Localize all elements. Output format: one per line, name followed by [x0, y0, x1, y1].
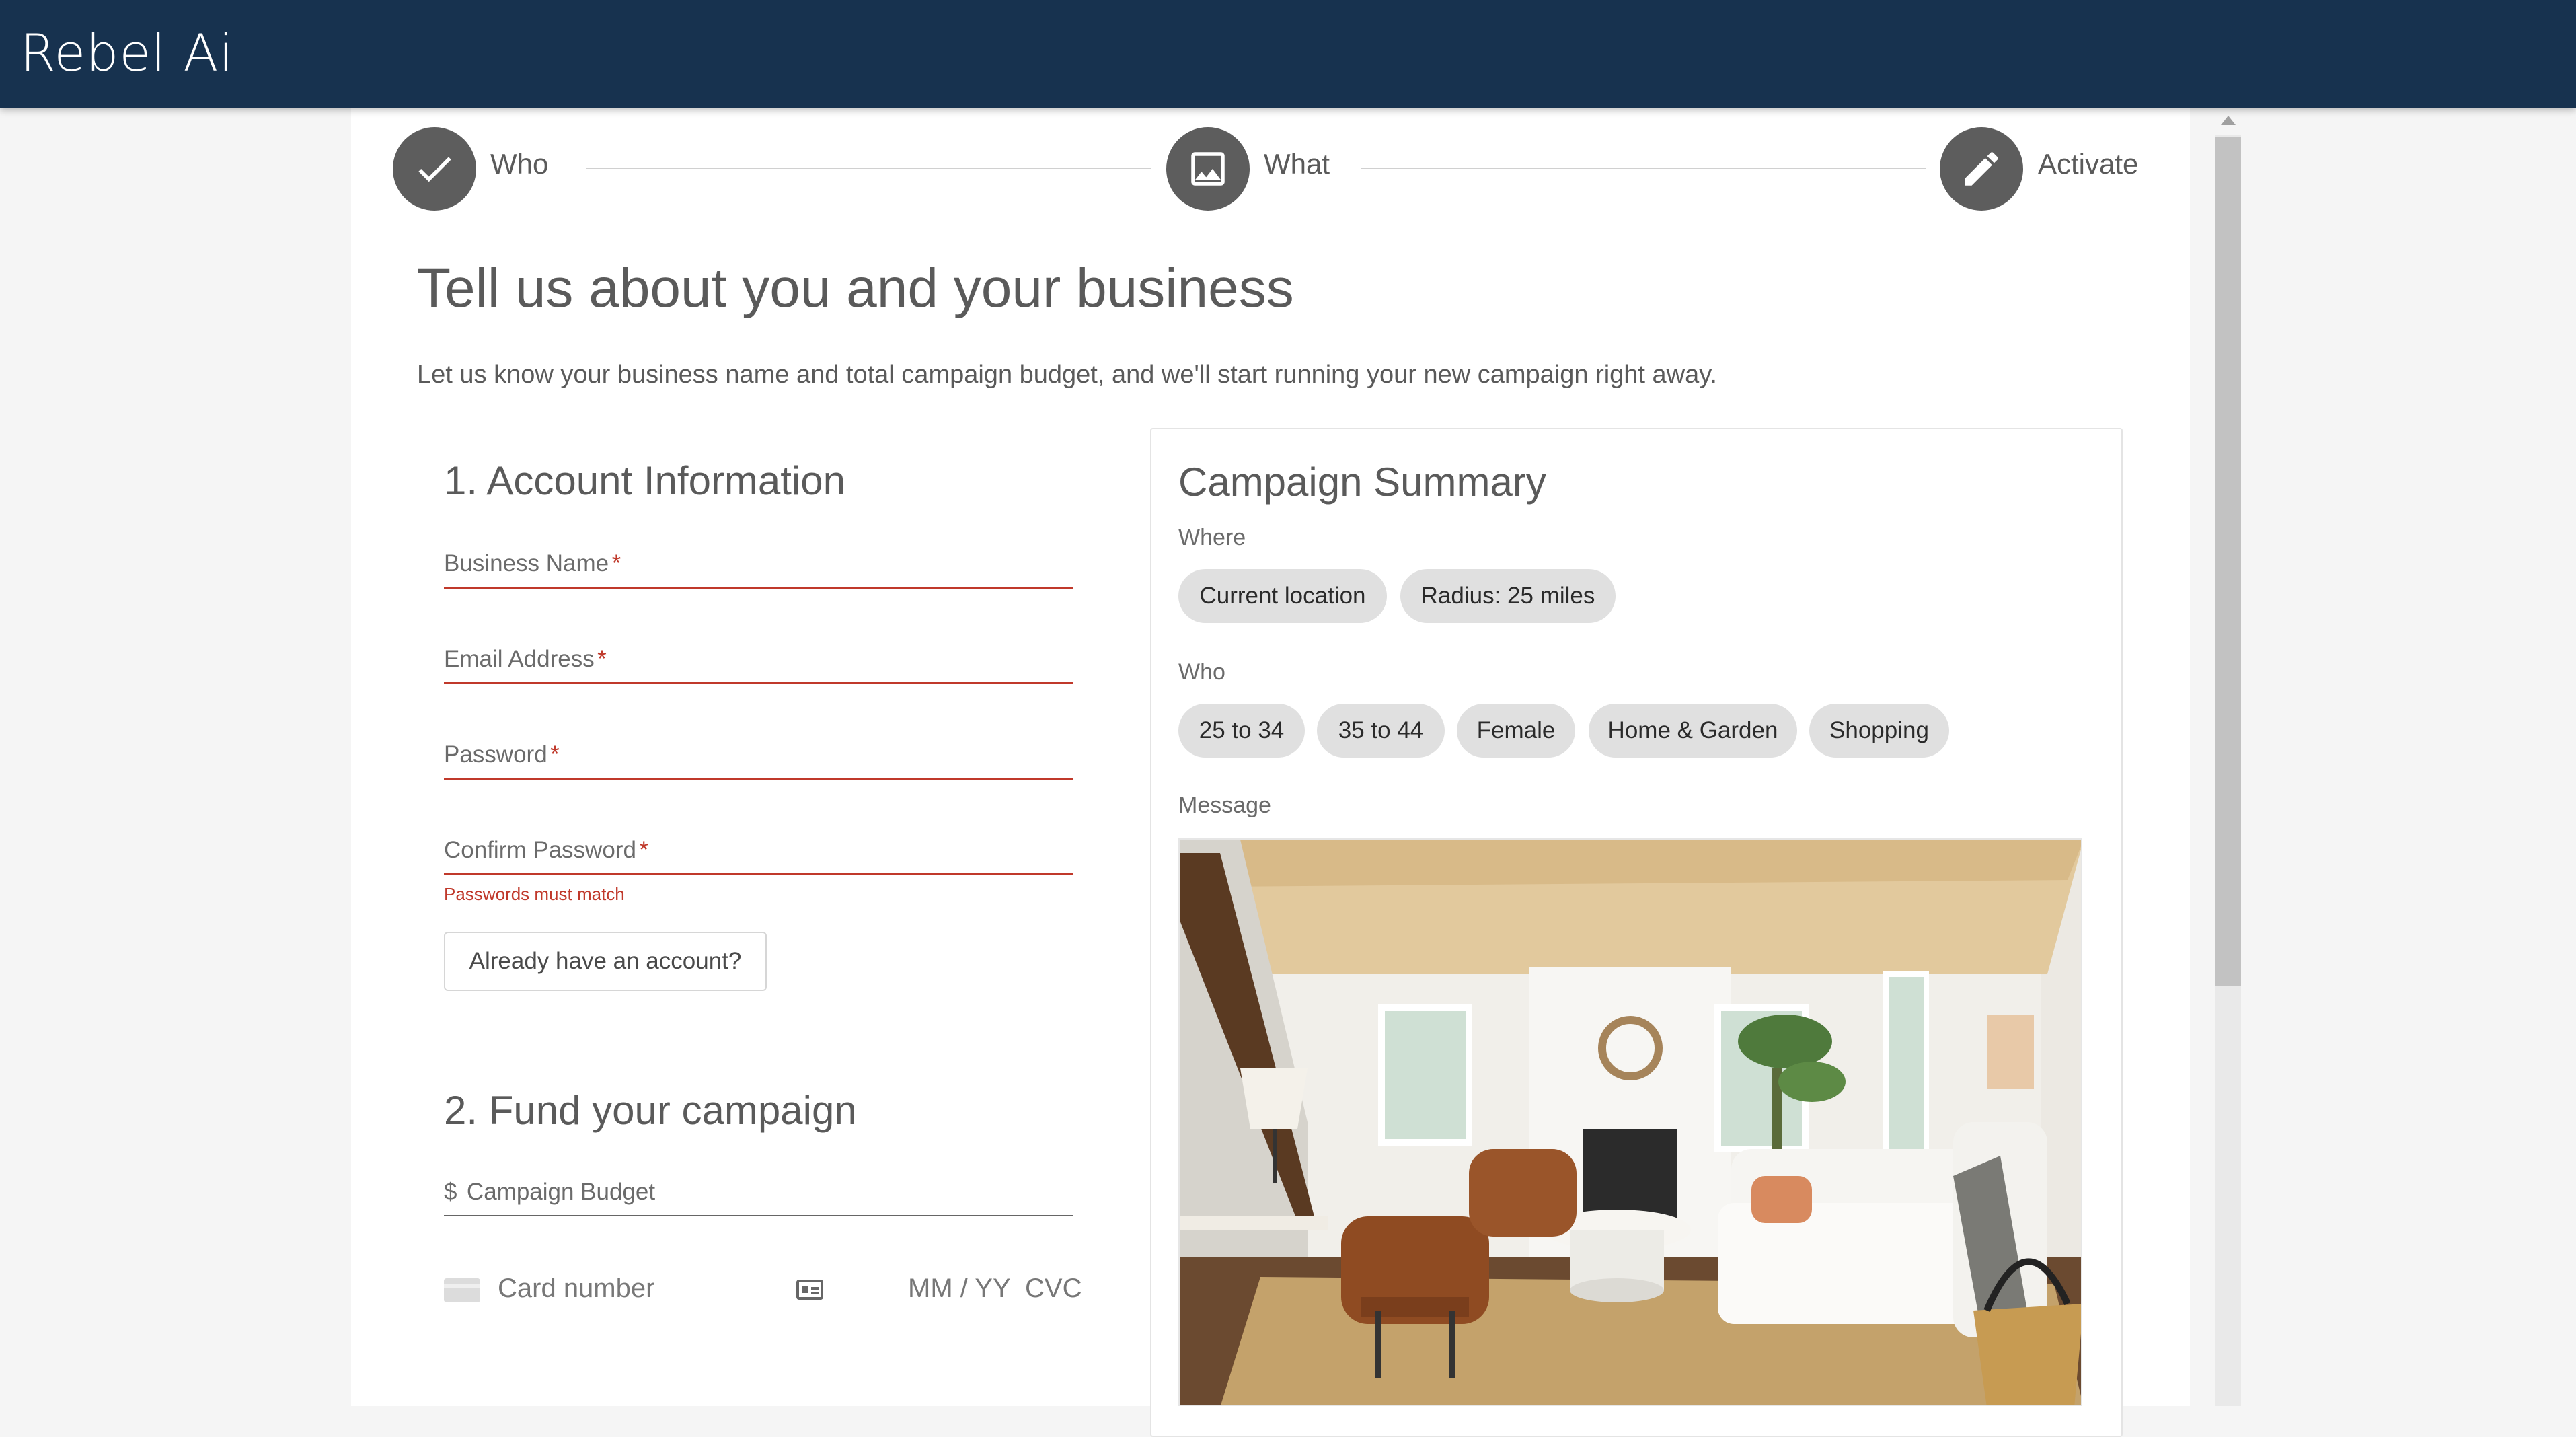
already-have-account-button[interactable]: Already have an account?: [444, 932, 767, 991]
who-label: Who: [1178, 659, 1225, 685]
step-activate-label[interactable]: Activate: [2038, 148, 2138, 180]
app-logo[interactable]: Rebel Ai: [20, 23, 234, 83]
page-title: Tell us about you and your business: [417, 258, 1294, 319]
image-icon: [1191, 152, 1225, 186]
password-error: Passwords must match: [444, 884, 625, 904]
scroll-up-arrow-icon[interactable]: [2221, 116, 2236, 125]
password-label: Password: [444, 741, 547, 768]
page-subtitle: Let us know your business name and total…: [417, 361, 1717, 389]
step-connector: [1361, 168, 1926, 169]
campaign-budget-placeholder: Campaign Budget: [466, 1179, 656, 1205]
email-field[interactable]: Email Address *: [444, 646, 1073, 684]
chip-shopping[interactable]: Shopping: [1809, 704, 1949, 758]
where-label: Where: [1178, 525, 1246, 550]
pencil-icon: [1965, 152, 1998, 186]
chip-age-35-44[interactable]: 35 to 44: [1317, 704, 1445, 758]
business-name-label: Business Name: [444, 550, 609, 577]
chip-age-25-34[interactable]: 25 to 34: [1178, 704, 1305, 758]
step-who-label[interactable]: Who: [490, 148, 548, 180]
ad-message-image: [1178, 838, 2082, 1406]
step-who-icon-circle[interactable]: [393, 127, 476, 211]
business-name-field[interactable]: Business Name *: [444, 550, 1073, 589]
field-underline: [444, 873, 1073, 875]
card-cvc-input[interactable]: CVC: [1025, 1274, 1082, 1304]
account-section-heading: 1. Account Information: [444, 458, 846, 503]
field-underline: [444, 1215, 1073, 1216]
id-card-icon: [796, 1280, 823, 1300]
step-connector: [586, 168, 1151, 169]
app-header: Rebel Ai: [0, 0, 2576, 108]
card-expiry-input[interactable]: MM / YY: [908, 1274, 1011, 1304]
step-what-icon-circle[interactable]: [1166, 127, 1250, 211]
required-marker: *: [639, 837, 648, 863]
living-room-image: [1180, 840, 2081, 1405]
chip-home-garden[interactable]: Home & Garden: [1589, 704, 1797, 758]
credit-card-icon: [444, 1278, 480, 1302]
confirm-password-label: Confirm Password: [444, 837, 636, 863]
fund-section-heading: 2. Fund your campaign: [444, 1088, 857, 1133]
check-icon: [418, 157, 451, 182]
chip-current-location[interactable]: Current location: [1178, 569, 1387, 623]
field-underline: [444, 587, 1073, 589]
step-activate-icon-circle[interactable]: [1940, 127, 2023, 211]
confirm-password-field[interactable]: Confirm Password *: [444, 837, 1073, 875]
scrollbar-thumb[interactable]: [2215, 137, 2241, 986]
field-underline: [444, 778, 1073, 780]
chip-female[interactable]: Female: [1457, 704, 1575, 758]
required-marker: *: [597, 646, 607, 672]
card-number-input[interactable]: Card number: [498, 1274, 654, 1304]
message-label: Message: [1178, 793, 1271, 818]
password-field[interactable]: Password *: [444, 741, 1073, 780]
step-what-label[interactable]: What: [1264, 148, 1330, 180]
field-underline: [444, 682, 1073, 684]
currency-symbol: $: [444, 1179, 457, 1205]
required-marker: *: [550, 741, 560, 768]
campaign-budget-field[interactable]: $ Campaign Budget: [444, 1179, 1073, 1216]
required-marker: *: [611, 550, 621, 577]
chip-radius[interactable]: Radius: 25 miles: [1400, 569, 1616, 623]
email-label: Email Address: [444, 646, 595, 672]
campaign-summary-title: Campaign Summary: [1178, 459, 1546, 505]
